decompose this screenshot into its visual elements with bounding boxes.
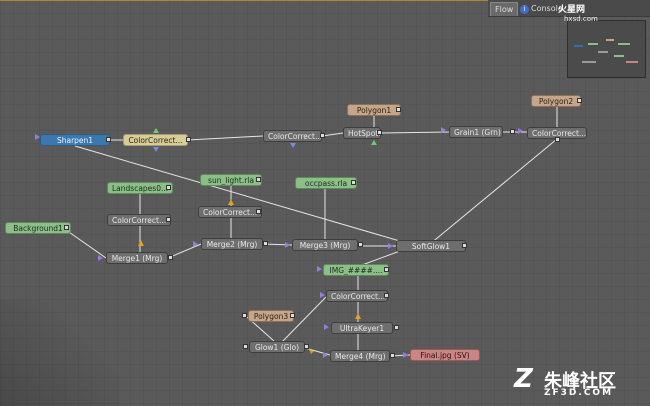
link-softglow-img xyxy=(361,250,401,266)
output-port[interactable] xyxy=(384,267,389,272)
output-port[interactable] xyxy=(351,180,356,185)
navigator-mark xyxy=(626,61,638,63)
output-port[interactable] xyxy=(577,98,582,103)
watermark-bottom-en: ZF3D.COM xyxy=(544,388,614,398)
info-icon: i xyxy=(520,5,529,14)
node-merge3[interactable]: Merge3 (Mrg) xyxy=(292,239,358,251)
output-port[interactable] xyxy=(166,185,171,190)
node-occpass[interactable]: occpass.rla xyxy=(295,177,357,189)
output-port[interactable] xyxy=(555,137,560,142)
output-port[interactable] xyxy=(462,243,467,248)
node-colorcorrect-e[interactable]: ColorCorrect... xyxy=(198,206,262,218)
navigator-mark xyxy=(606,39,614,41)
link-sharpen-softglow xyxy=(74,145,411,245)
output-port[interactable] xyxy=(256,209,261,214)
input-arrow xyxy=(403,352,408,358)
input-arrow xyxy=(324,324,329,330)
node-merge2[interactable]: Merge2 (Mrg) xyxy=(201,238,263,250)
output-port[interactable] xyxy=(377,130,382,135)
node-polygon3[interactable]: Polygon3 xyxy=(248,310,294,322)
navigator-mark xyxy=(588,43,598,45)
node-colorcorrect-d[interactable]: ColorCorrect... xyxy=(107,214,171,226)
output-port[interactable] xyxy=(263,241,268,246)
watermark-top-sub: hxsd.com xyxy=(564,15,598,23)
node-glow1[interactable]: Glow1 (Glo) xyxy=(249,341,305,353)
flow-navigator[interactable] xyxy=(567,20,646,78)
node-landscapes0[interactable]: Landscapes0... xyxy=(107,182,173,194)
link-colorcorrect-a-b xyxy=(187,135,264,141)
input-arrow xyxy=(98,255,103,261)
output-port[interactable] xyxy=(510,129,515,134)
output-port[interactable] xyxy=(390,353,395,358)
watermark-top-main: 火星网 xyxy=(558,5,586,15)
tab-flow[interactable]: Flow xyxy=(490,2,519,16)
output-port[interactable] xyxy=(384,293,389,298)
output-port[interactable] xyxy=(358,242,363,247)
output-port[interactable] xyxy=(320,133,325,138)
input-arrow xyxy=(153,128,159,133)
node-hotspot1[interactable]: HotSpot1 xyxy=(343,127,381,139)
navigator-mark xyxy=(582,61,596,63)
link-hotspot-grain xyxy=(380,131,450,134)
node-final[interactable]: Final.jpg (SV) xyxy=(410,349,480,361)
node-sharpen1[interactable]: Sharpen1 xyxy=(40,134,110,146)
output-port[interactable] xyxy=(186,137,191,142)
node-colorcorrect-a[interactable]: ColorCorrect... xyxy=(123,134,188,146)
navigator-mark xyxy=(618,43,630,45)
watermark-logo-icon: Z xyxy=(514,364,533,394)
node-ultrakeyer1[interactable]: UltraKeyer1 xyxy=(331,322,393,334)
input-arrow xyxy=(441,127,446,133)
output-port[interactable] xyxy=(64,225,69,230)
input-arrow xyxy=(35,134,40,140)
mask-arrow xyxy=(290,143,296,148)
node-connections xyxy=(65,106,558,357)
navigator-mark xyxy=(598,51,608,53)
input-arrow xyxy=(193,241,198,247)
link-colorcorrect-c-softglow xyxy=(429,138,558,245)
navigator-mark xyxy=(614,55,624,57)
mask-arrow xyxy=(153,147,159,152)
output-port[interactable] xyxy=(256,177,261,182)
watermark-top: 火星网 hxsd.com xyxy=(558,2,598,23)
node-img[interactable]: IMG_####.... xyxy=(323,264,389,276)
node-merge1[interactable]: Merge1 (Mrg) xyxy=(106,252,168,264)
input-port[interactable] xyxy=(243,344,248,349)
input-arrow xyxy=(518,128,523,134)
node-grain1[interactable]: Grain1 (Grn) xyxy=(449,126,503,138)
output-port[interactable] xyxy=(106,137,111,142)
output-port[interactable] xyxy=(394,325,399,330)
node-polygon1[interactable]: Polygon1 xyxy=(347,104,401,116)
output-port[interactable] xyxy=(166,217,171,222)
node-polygon2[interactable]: Polygon2 xyxy=(531,95,581,107)
input-arrow xyxy=(317,266,322,272)
navigator-mark xyxy=(574,45,583,47)
input-arrow xyxy=(285,242,290,248)
input-arrow xyxy=(371,140,377,145)
input-port[interactable] xyxy=(242,313,247,318)
node-background1[interactable]: Background1 xyxy=(5,222,71,234)
flow-canvas[interactable]: Sharpen1 ColorCorrect... ColorCorrect...… xyxy=(0,0,650,406)
node-sun-light[interactable]: sun_light.rla xyxy=(200,174,262,186)
node-colorcorrect-f[interactable]: ColorCorrect... xyxy=(326,290,388,302)
node-softglow1[interactable]: SoftGlow1 xyxy=(396,240,466,252)
input-arrow xyxy=(323,352,328,358)
input-arrow xyxy=(388,243,393,249)
output-port[interactable] xyxy=(396,107,401,112)
output-port[interactable] xyxy=(304,344,309,349)
link-background-merge1 xyxy=(65,229,107,259)
output-port[interactable] xyxy=(168,255,173,260)
node-merge4[interactable]: Merge4 (Mrg) xyxy=(330,350,390,362)
input-arrow xyxy=(320,292,325,298)
output-port[interactable] xyxy=(290,313,295,318)
link-colorcorrect-b-hotspot xyxy=(321,132,344,137)
node-colorcorrect-b[interactable]: ColorCorrect... xyxy=(263,130,322,142)
